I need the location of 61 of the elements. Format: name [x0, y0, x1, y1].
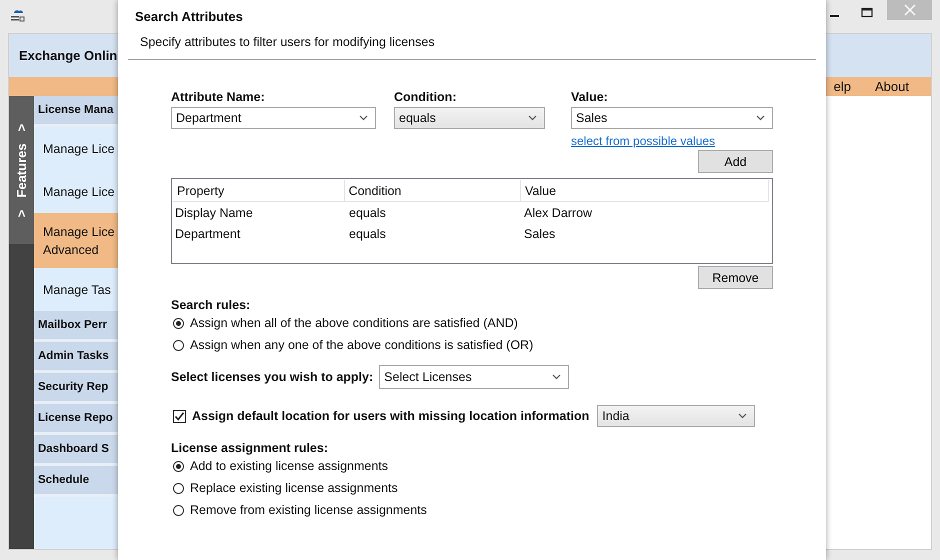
column-header[interactable]: Value [521, 180, 769, 201]
chevron-down-icon [738, 413, 747, 419]
table-row[interactable]: Display Name equals Alex Darrow [172, 202, 772, 223]
field-label: Condition: [394, 90, 458, 104]
features-tab[interactable]: > Features > [9, 96, 34, 244]
dropdown[interactable]: Sales [571, 107, 773, 129]
table-cell-text: equals [348, 206, 387, 220]
field-label: Value: [571, 90, 609, 104]
close-icon [904, 4, 916, 16]
radio-label: Add to existing license assignments [190, 459, 388, 473]
sidebar-group[interactable]: Dashboard S [34, 435, 119, 466]
sidebar-group[interactable]: Security Rep [34, 373, 119, 404]
chevron-down-icon [756, 115, 765, 121]
table-cell-text: Alex Darrow [523, 206, 594, 220]
checkbox[interactable] [173, 410, 186, 422]
sidebar-item[interactable]: Manage Lice [34, 170, 119, 213]
chevron-down-icon [552, 374, 562, 380]
table-cell-text: equals [348, 226, 387, 240]
sidebar-group[interactable]: Schedule [34, 466, 119, 497]
radio-label: Assign when all of the above conditions are satisfied (AND) [190, 316, 518, 330]
sidebar-group[interactable]: Mailbox Perr [34, 311, 119, 342]
field-label: Select licenses you wish to apply: [171, 370, 374, 384]
sidebar-item[interactable]: Manage Tas [34, 268, 119, 311]
section-label: License assignment rules: [171, 441, 330, 455]
table-cell-text: Department [174, 226, 242, 240]
column-header[interactable]: Condition [344, 180, 522, 201]
radio-button[interactable] [173, 460, 184, 472]
dialog-subtitle: Specify attributes to filter users for modifying licenses [139, 34, 436, 49]
chevron-down-icon [528, 115, 537, 121]
chevron-down-icon [359, 115, 368, 121]
dropdown[interactable]: equals [394, 107, 545, 129]
sidebar-item[interactable]: Manage Lice [34, 127, 119, 170]
menu-item[interactable]: elp [834, 79, 852, 94]
section-label: Search rules: [171, 298, 252, 312]
maximize-icon[interactable] [861, 6, 873, 18]
app-title: Exchange Onlin [19, 48, 118, 63]
radio-button[interactable] [173, 340, 184, 350]
table-cell-text: Sales [523, 226, 556, 240]
radio-button[interactable] [173, 504, 184, 516]
possible-values-link[interactable]: select from possible values [571, 134, 773, 148]
dialog-title: Search Attributes [134, 8, 244, 24]
radio-label: Replace existing license assignments [190, 481, 398, 495]
radio-label: Assign when any one of the above conditions is satisfied (OR) [190, 338, 534, 352]
dropdown[interactable]: Department [171, 107, 376, 129]
add-button[interactable]: Add [698, 150, 773, 173]
sidebar-group[interactable]: License Mana [34, 96, 119, 127]
sidebar-item[interactable]: Manage Lice Advanced [34, 213, 119, 268]
radio-button[interactable] [173, 482, 184, 494]
sidebar-group[interactable]: License Repo [34, 404, 119, 435]
table-cell-text: Display Name [174, 206, 254, 220]
radio-button[interactable] [173, 318, 184, 328]
field-label: Attribute Name: [171, 90, 266, 104]
checkbox-label: Assign default location for users with missing location information [192, 409, 590, 423]
sidebar-group[interactable]: Admin Tasks [34, 342, 119, 373]
dropdown[interactable]: India [597, 405, 755, 427]
column-header[interactable]: Property [173, 180, 345, 201]
radio-label: Remove from existing license assignments [190, 503, 427, 517]
table-row[interactable]: Department equals Sales [172, 223, 772, 244]
dropdown[interactable]: Select Licenses [379, 365, 570, 389]
menu-item[interactable]: About [875, 79, 909, 94]
remove-button[interactable]: Remove [698, 266, 773, 289]
